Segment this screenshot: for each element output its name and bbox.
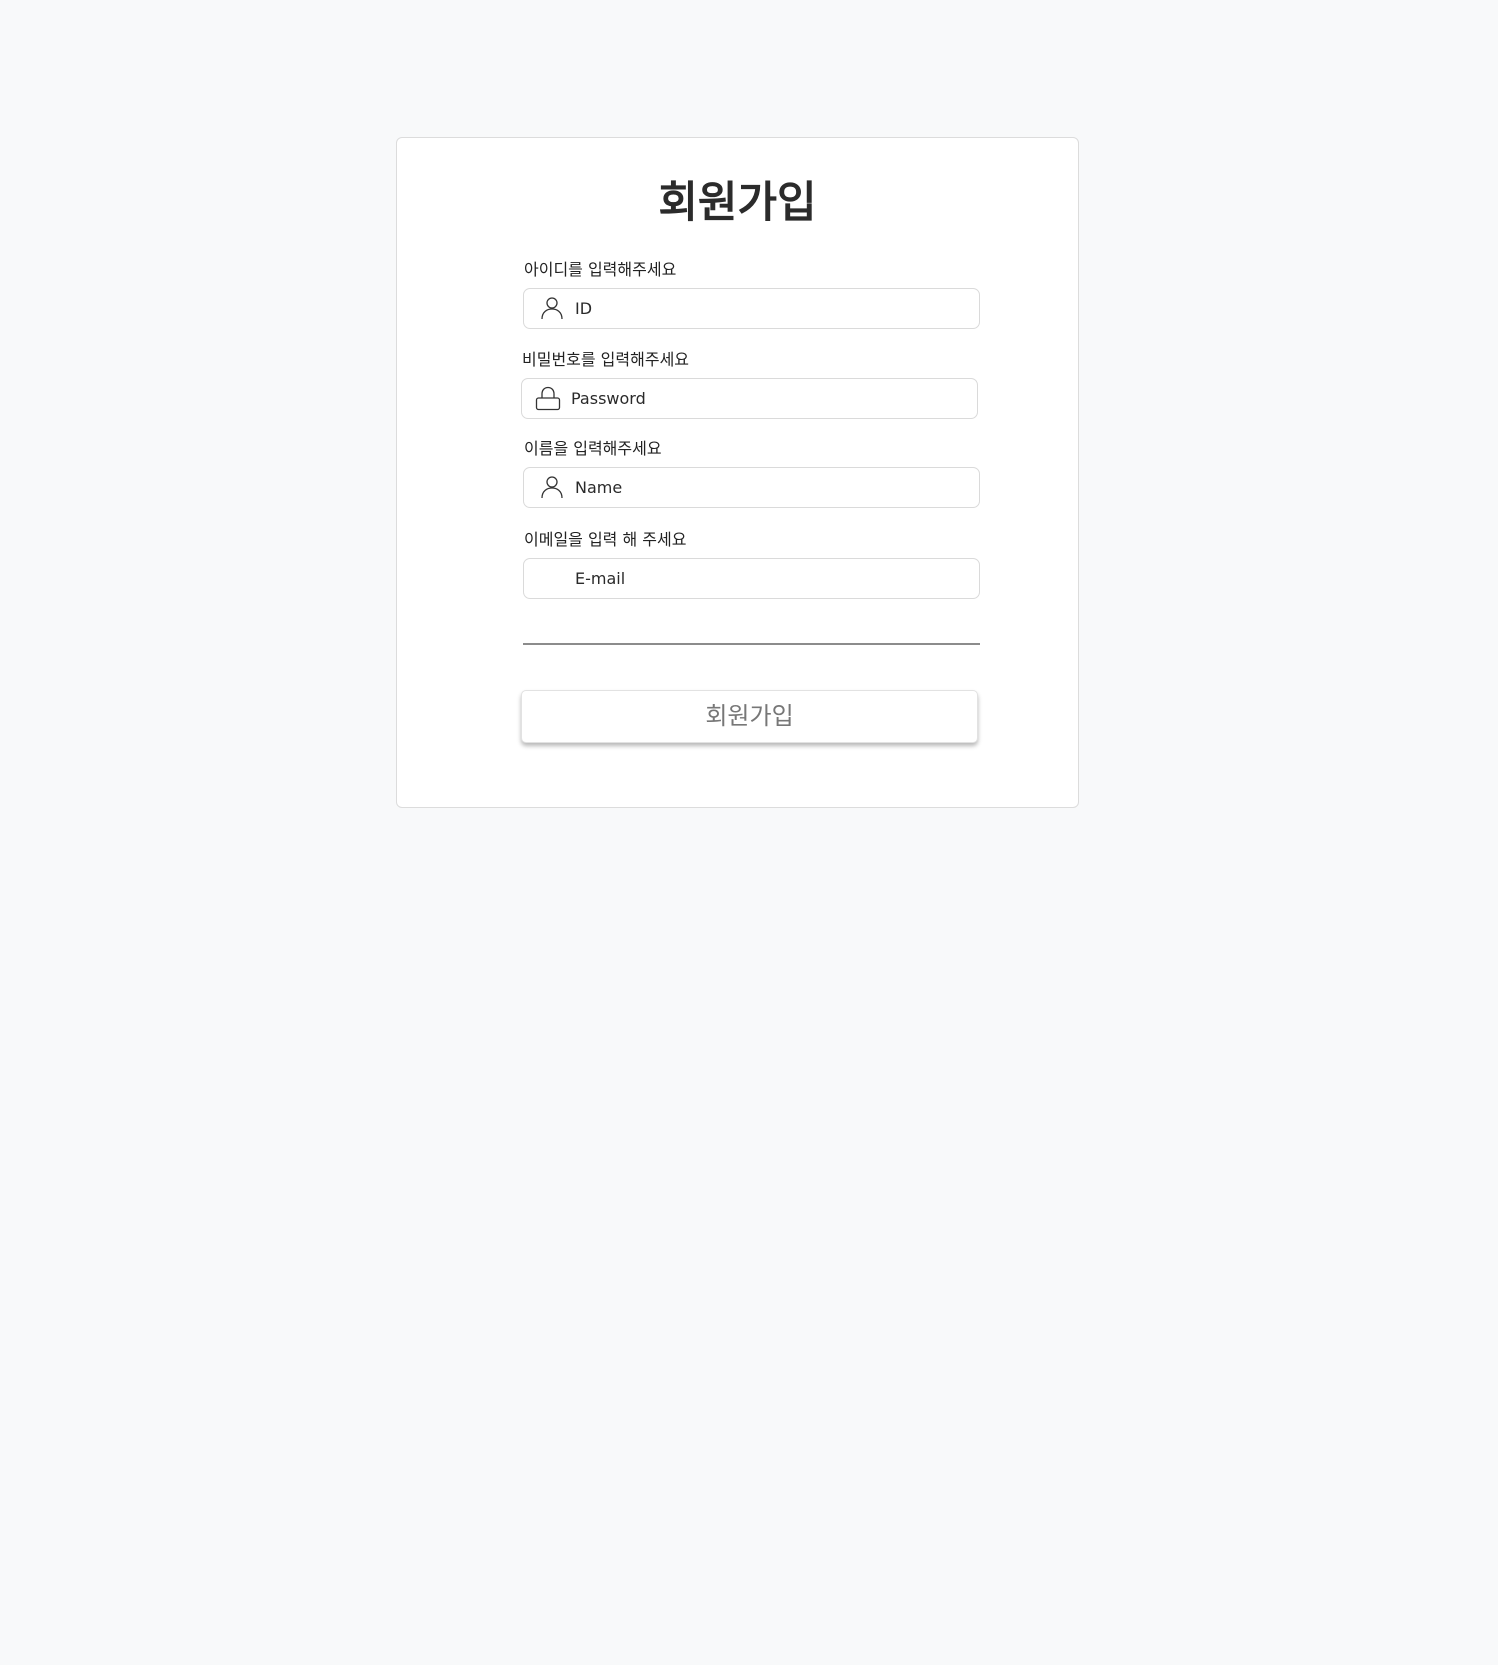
password-input[interactable] — [571, 379, 961, 418]
email-input[interactable] — [575, 559, 965, 598]
name-label: 이름을 입력해주세요 — [524, 439, 662, 458]
signup-button[interactable]: 회원가입 — [521, 690, 978, 743]
name-input[interactable] — [575, 468, 965, 507]
password-label: 비밀번호를 입력해주세요 — [522, 350, 690, 369]
name-field[interactable] — [523, 467, 980, 508]
page-title: 회원가입 — [658, 178, 817, 228]
email-label: 이메일을 입력 해 주세요 — [524, 530, 687, 549]
id-input[interactable] — [575, 289, 965, 328]
form-divider — [523, 643, 980, 645]
password-field[interactable] — [521, 378, 978, 419]
signup-card: 회원가입 아이디를 입력해주세요 비밀번호를 입력해주세요 이름을 입력해주세요 — [396, 137, 1079, 808]
email-field[interactable] — [523, 558, 980, 599]
user-icon — [539, 295, 565, 321]
lock-icon — [535, 385, 561, 411]
id-label: 아이디를 입력해주세요 — [524, 260, 677, 279]
id-field[interactable] — [523, 288, 980, 329]
user-icon — [539, 474, 565, 500]
